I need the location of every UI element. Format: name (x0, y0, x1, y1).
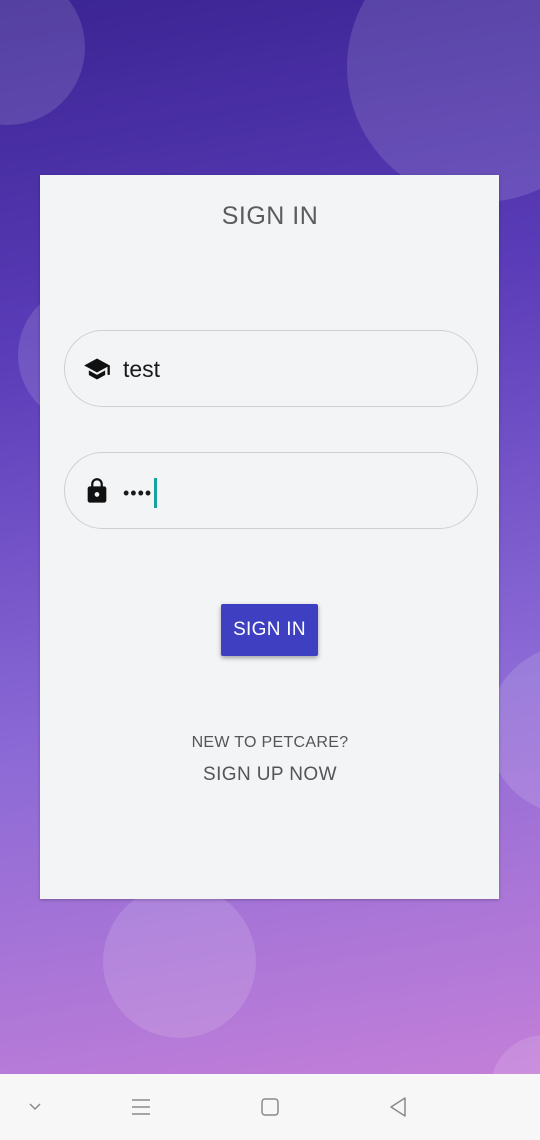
text-caret (154, 477, 158, 508)
password-mask: •••• (123, 482, 153, 503)
home-square-icon[interactable] (255, 1092, 285, 1122)
menu-icon[interactable] (126, 1092, 156, 1122)
bubble-decoration (0, 0, 85, 125)
password-value: •••• (123, 477, 158, 508)
bubble-decoration (103, 885, 256, 1038)
password-field[interactable]: •••• (64, 452, 478, 529)
bubble-decoration (347, 0, 540, 202)
screen: SIGN IN test •••• SIGN IN NEW TO PETCARE… (0, 0, 540, 1140)
chevron-down-icon[interactable] (20, 1092, 50, 1122)
system-navigation-bar (0, 1074, 540, 1140)
sign-up-link[interactable]: SIGN UP NOW (0, 764, 540, 786)
sign-in-button[interactable]: SIGN IN (221, 604, 318, 656)
lock-icon (83, 477, 111, 505)
page-title: SIGN IN (221, 202, 319, 230)
username-value: test (123, 356, 161, 382)
login-card (40, 175, 499, 899)
back-triangle-icon[interactable] (383, 1092, 413, 1122)
username-field[interactable]: test (64, 330, 478, 407)
bubble-decoration (490, 1035, 540, 1074)
graduation-cap-icon (83, 355, 111, 383)
signup-prompt: NEW TO PETCARE? (191, 734, 349, 751)
